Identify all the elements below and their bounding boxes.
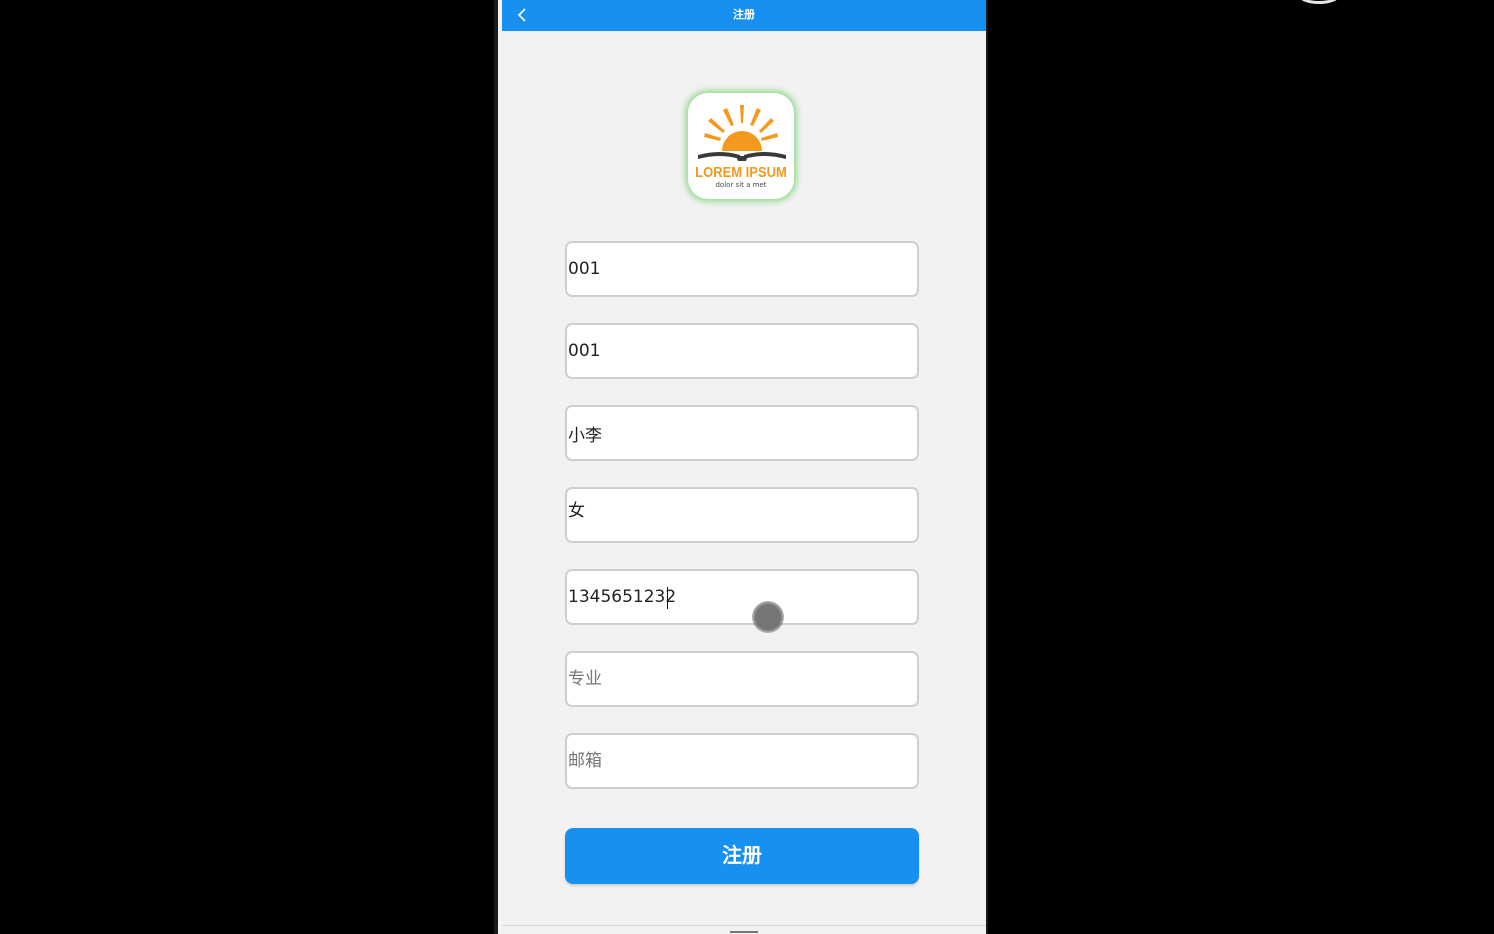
phone-input[interactable] — [567, 571, 917, 623]
touch-indicator — [752, 601, 784, 633]
page-title: 注册 — [733, 8, 755, 21]
corner-overlay — [1298, 0, 1340, 4]
password-input[interactable] — [567, 325, 917, 377]
email-input[interactable] — [567, 735, 917, 787]
username-field[interactable] — [565, 241, 919, 297]
register-button[interactable]: 注册 — [565, 828, 919, 884]
name-field[interactable] — [565, 405, 919, 461]
phone-screen: 注册 LOREM IPSUM dolor sit a met 001 001 小… — [494, 0, 988, 934]
major-field[interactable] — [565, 651, 919, 707]
sun-book-logo-icon: LOREM IPSUM dolor sit a met — [695, 105, 787, 189]
logo-subtitle: dolor sit a met — [715, 181, 766, 189]
username-input[interactable] — [567, 243, 917, 295]
app-bar: 注册 — [502, 0, 986, 31]
bottom-divider — [502, 925, 986, 926]
name-input[interactable] — [567, 407, 917, 459]
phone-field[interactable] — [565, 569, 919, 625]
text-caret — [667, 587, 668, 609]
logo-title: LOREM IPSUM — [695, 163, 787, 180]
home-indicator — [730, 931, 758, 933]
gender-input[interactable] — [567, 489, 917, 527]
gender-field[interactable] — [565, 487, 919, 543]
password-field[interactable] — [565, 323, 919, 379]
app-logo: LOREM IPSUM dolor sit a met — [688, 93, 794, 199]
major-input[interactable] — [567, 653, 917, 705]
email-field[interactable] — [565, 733, 919, 789]
